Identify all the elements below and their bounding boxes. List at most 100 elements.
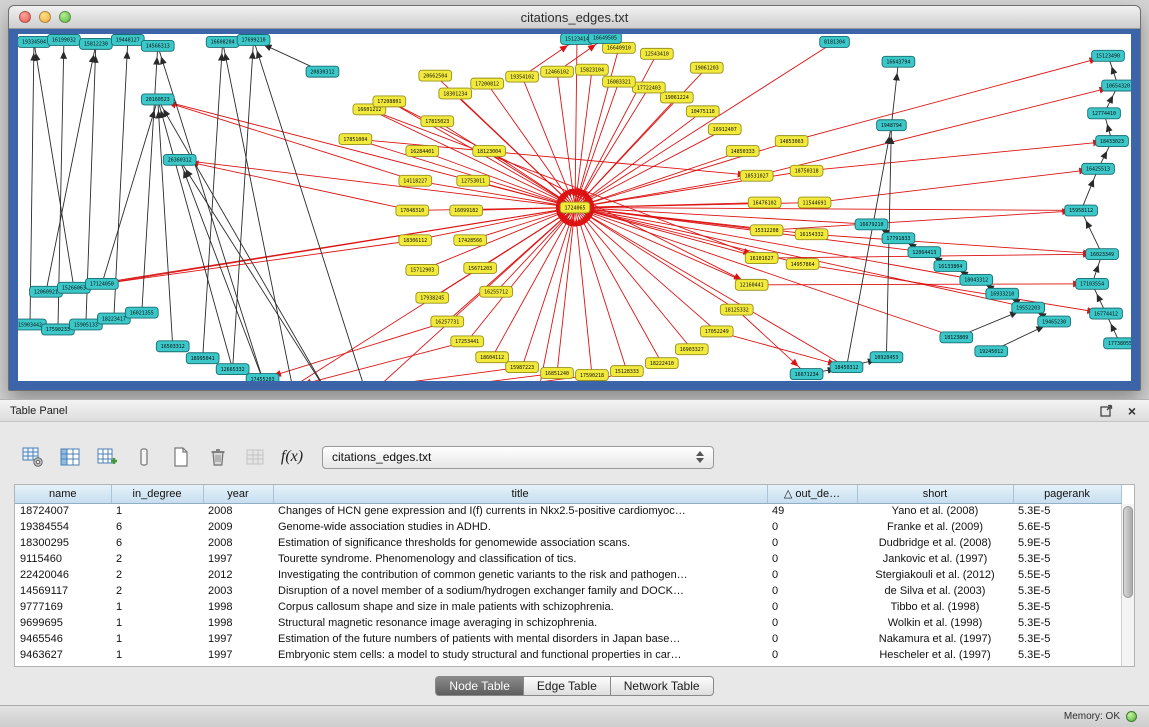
graph-node[interactable]: 12466102 [541,66,574,77]
graph-edge[interactable] [737,310,807,374]
graph-node[interactable]: 15671203 [464,263,497,274]
graph-node[interactable]: 16912407 [708,124,741,135]
table-scrollbar[interactable] [1121,504,1134,666]
graph-hub-node[interactable]: 1724065 [560,202,590,213]
graph-edge[interactable] [717,331,847,367]
graph-node[interactable]: 16503312 [156,341,189,352]
graph-node[interactable]: 16608204 [206,36,239,47]
graph-node[interactable]: 16851240 [541,368,574,379]
graph-node[interactable]: 15958112 [1065,205,1098,216]
graph-node[interactable]: 8181304 [820,36,850,47]
graph-node[interactable]: 17938245 [416,292,449,303]
graph-edge[interactable] [1081,210,1102,254]
graph-node[interactable]: 15123490 [1092,50,1125,61]
graph-edge[interactable] [575,70,592,208]
tab-node-table[interactable]: Node Table [435,676,524,696]
zoom-window-button[interactable] [59,11,71,23]
graph-node[interactable]: 16154332 [795,229,828,240]
close-panel-icon[interactable]: × [1125,404,1139,418]
graph-node[interactable]: 18450312 [830,362,863,373]
graph-edge[interactable] [557,72,575,208]
graph-node[interactable]: 16679210 [855,219,888,230]
graph-node[interactable]: 18123004 [473,146,506,157]
graph-node[interactable]: 18123809 [940,332,973,343]
function-builder-icon[interactable]: f(x) [279,444,305,470]
graph-node[interactable]: 26360312 [163,154,196,165]
graph-edge[interactable] [757,86,1118,176]
graph-edge[interactable] [254,40,368,381]
graph-edge[interactable] [367,373,557,381]
graph-edge[interactable] [575,88,649,208]
show-columns-icon[interactable] [57,444,83,470]
graph-node[interactable]: 16640910 [603,42,636,53]
graph-node[interactable]: 16933210 [986,288,1019,299]
graph-node[interactable]: 19552203 [1012,302,1045,313]
graph-node[interactable]: 1948794 [877,120,907,131]
graph-edge[interactable] [158,99,233,369]
graph-edge[interactable] [369,109,575,207]
graph-node[interactable]: 15312208 [750,225,783,236]
graph-node[interactable]: 16255712 [480,286,513,297]
table-scrollbar-thumb[interactable] [1123,506,1133,598]
graph-node[interactable]: 17428566 [454,235,487,246]
minimize-window-button[interactable] [39,11,51,23]
graph-node[interactable]: 17791833 [882,233,915,244]
graph-node[interactable]: 20160523 [141,94,174,105]
graph-edge[interactable] [891,62,898,125]
tab-network-table[interactable]: Network Table [611,676,714,696]
graph-edge[interactable] [575,208,762,259]
graph-edge[interactable] [575,208,627,372]
graph-node[interactable]: 18604112 [476,352,509,363]
graph-edge[interactable] [114,40,128,319]
graph-edge[interactable] [812,234,1102,254]
table-row[interactable]: 946554611997Estimation of the future num… [15,631,1121,647]
column-header-name[interactable]: name [15,485,111,503]
column-header-year[interactable]: year [203,485,273,503]
graph-node[interactable]: 18995041 [186,353,219,364]
table-row[interactable]: 1938455462009Genome-wide association stu… [15,519,1121,535]
graph-node[interactable]: 16133804 [934,261,967,272]
graph-edge[interactable] [575,208,976,280]
graph-edge[interactable] [223,42,293,381]
graph-node[interactable]: 16649505 [589,34,622,43]
graph-node[interactable]: 14853063 [775,136,808,147]
add-column-icon[interactable] [94,444,120,470]
graph-edge[interactable] [367,208,575,382]
column-header-out_de[interactable]: △ out_de… [767,485,857,503]
column-header-title[interactable]: title [273,485,767,503]
graph-node[interactable]: 17699210 [237,34,270,45]
graph-node[interactable]: 12543410 [640,48,673,59]
graph-node[interactable]: 19061203 [690,62,723,73]
graph-node[interactable]: 17048310 [396,205,429,216]
tab-edge-table[interactable]: Edge Table [524,676,611,696]
graph-edge[interactable] [575,111,703,207]
graph-edge[interactable] [389,101,751,284]
graph-node[interactable]: 18433023 [1096,136,1129,147]
graph-node[interactable]: 12665332 [216,364,249,375]
table-row[interactable]: 977716911998Corpus callosum shape and si… [15,599,1121,615]
graph-node[interactable]: 17815023 [421,116,454,127]
graph-node[interactable]: 18043312 [960,274,993,285]
graph-node[interactable]: 16425513 [1082,163,1115,174]
graph-node[interactable]: 12064413 [908,247,941,258]
graph-node[interactable]: 18125332 [720,304,753,315]
graph-node[interactable]: 17200812 [471,78,504,89]
table-row[interactable]: 1872400712008Changes of HCN gene express… [15,503,1121,519]
graph-node[interactable]: 16021355 [125,307,158,318]
graph-node[interactable]: 16023349 [1086,249,1119,260]
graph-node[interactable]: 16099182 [450,205,483,216]
graph-edge[interactable] [537,208,575,382]
graph-node[interactable]: 12160441 [735,279,768,290]
graph-node[interactable]: 17052249 [700,326,733,337]
graph-node[interactable]: 15987223 [506,362,539,373]
graph-node[interactable]: 18750318 [790,165,823,176]
table-row[interactable]: 911546021997Tourette syndrome. Phenomeno… [15,551,1121,567]
graph-edge[interactable] [792,56,1108,141]
graph-node[interactable]: 19465230 [1038,316,1071,327]
graph-edge[interactable] [557,208,575,374]
delete-table-icon[interactable] [205,444,231,470]
graph-node[interactable]: 19448127 [111,34,144,45]
new-table-icon[interactable] [168,444,194,470]
graph-edge[interactable] [807,141,1112,171]
graph-node[interactable]: 11544691 [798,197,831,208]
